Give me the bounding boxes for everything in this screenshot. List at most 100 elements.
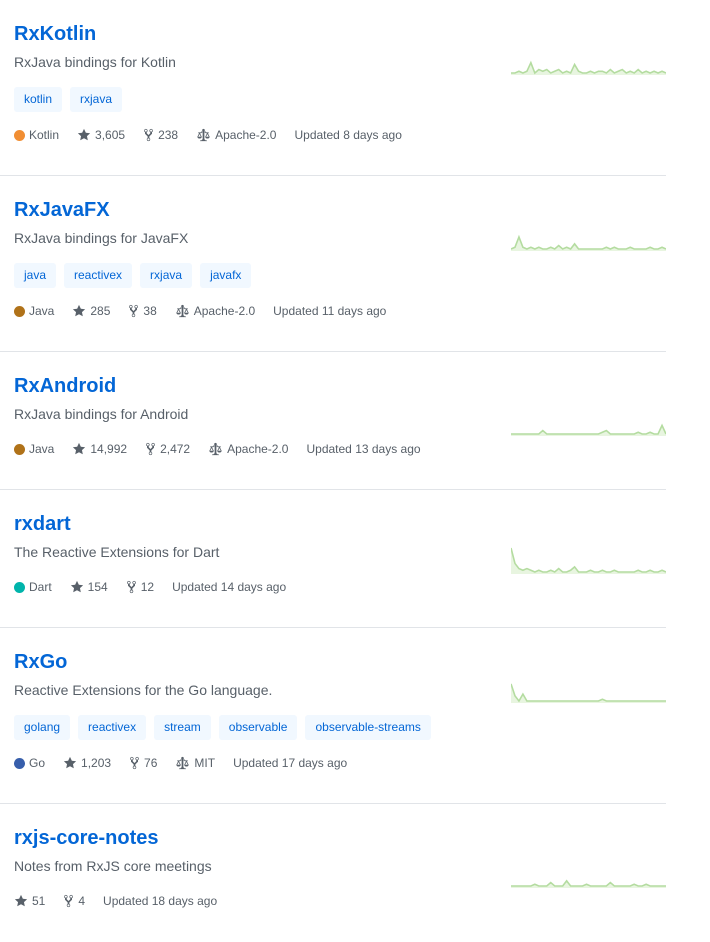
activity-sparkline	[511, 683, 666, 703]
license-label: MIT	[194, 756, 216, 770]
forks-link[interactable]: 4	[63, 894, 85, 908]
repo-name-link[interactable]: RxGo	[14, 650, 67, 674]
stars-link[interactable]: 14,992	[72, 442, 127, 456]
law-icon	[196, 128, 215, 142]
star-count: 14,992	[90, 442, 128, 456]
law-icon	[208, 442, 227, 456]
stars-link[interactable]: 1,203	[63, 756, 111, 770]
activity-sparkline	[511, 234, 666, 251]
updated-time: Updated 13 days ago	[306, 442, 421, 456]
topic-tag[interactable]: observable	[218, 715, 298, 740]
forks-link[interactable]: 2,472	[145, 442, 190, 456]
repo-description: The Reactive Extensions for Dart	[14, 544, 220, 560]
language-label: Java	[29, 442, 55, 456]
topic-list: java reactivex rxjava javafx	[14, 263, 252, 288]
repo-item: RxGo Reactive Extensions for the Go lang…	[0, 628, 666, 804]
topic-tag[interactable]: golang	[14, 715, 71, 740]
sparkline-line	[511, 547, 666, 573]
law-icon	[175, 756, 194, 770]
law-icon	[175, 304, 194, 318]
repo-name-link[interactable]: RxKotlin	[14, 22, 96, 46]
repo-name-link[interactable]: rxdart	[14, 512, 71, 536]
forks-link[interactable]: 12	[126, 580, 154, 594]
star-icon	[72, 442, 90, 456]
topic-tag[interactable]: stream	[154, 715, 211, 740]
repo-meta: Go 1,203 76 MIT Updated 17 days ago	[14, 754, 365, 772]
license-label: Apache-2.0	[227, 442, 289, 456]
star-count: 1,203	[81, 756, 112, 770]
license-label: Apache-2.0	[193, 304, 256, 318]
topic-tag[interactable]: observable-streams	[305, 715, 431, 740]
fork-icon	[128, 304, 143, 318]
forks-link[interactable]: 38	[128, 304, 157, 318]
topic-tag[interactable]: kotlin	[14, 87, 63, 112]
repo-meta: Java 14,992 2,472 Apache-2.0 Updated 13 …	[14, 440, 439, 458]
topic-tag[interactable]: reactivex	[64, 263, 133, 288]
star-icon	[70, 580, 88, 594]
repo-name-link[interactable]: RxJavaFX	[14, 198, 110, 222]
language-label: Go	[29, 756, 46, 770]
repo-meta: Java 285 38 Apache-2.0 Updated 11 days a…	[14, 302, 404, 320]
fork-icon	[129, 756, 144, 770]
updated-time: Updated 11 days ago	[273, 304, 387, 318]
activity-sparkline	[511, 423, 666, 436]
stars-link[interactable]: 3,605	[77, 128, 125, 142]
stars-link[interactable]: 285	[72, 304, 110, 318]
fork-count: 238	[158, 128, 179, 142]
star-icon	[72, 304, 90, 318]
repo-description: RxJava bindings for JavaFX	[14, 230, 189, 246]
fork-count: 12	[140, 580, 155, 594]
repo-item: rxjs-core-notes Notes from RxJS core mee…	[0, 804, 666, 942]
updated-time: Updated 18 days ago	[103, 894, 218, 908]
repo-meta: Dart 154 12 Updated 14 days ago	[14, 578, 304, 596]
repo-license: Apache-2.0	[208, 442, 288, 456]
activity-sparkline	[511, 60, 666, 75]
fork-icon	[143, 128, 158, 142]
sparkline-area	[511, 683, 666, 703]
topic-list: golang reactivex stream observable observabl…	[14, 715, 431, 740]
star-icon	[77, 128, 95, 142]
topic-tag[interactable]: reactivex	[78, 715, 147, 740]
language-color-dot	[14, 129, 25, 141]
fork-count: 38	[143, 304, 157, 318]
repo-language: Kotlin	[14, 128, 59, 142]
language-label: Dart	[29, 580, 52, 594]
fork-icon	[126, 580, 141, 594]
stars-link[interactable]: 154	[70, 580, 108, 594]
fork-count: 76	[144, 756, 158, 770]
fork-count: 2,472	[160, 442, 191, 456]
activity-sparkline	[511, 879, 666, 888]
repo-item: RxJavaFX RxJava bindings for JavaFX java…	[0, 176, 666, 352]
fork-icon	[145, 442, 160, 456]
repository-list: RxKotlin RxJava bindings for Kotlin kotl…	[0, 0, 710, 942]
language-label: Java	[29, 304, 55, 318]
star-count: 3,605	[95, 128, 126, 142]
updated-time: Updated 14 days ago	[172, 580, 287, 594]
language-color-dot	[14, 443, 25, 455]
repo-language: Dart	[14, 580, 52, 594]
repo-name-link[interactable]: RxAndroid	[14, 374, 116, 398]
fork-count: 4	[78, 894, 86, 908]
language-color-dot	[14, 305, 25, 317]
repo-language: Java	[14, 304, 54, 318]
activity-sparkline	[511, 547, 666, 574]
topic-tag[interactable]: java	[14, 263, 57, 288]
star-count: 154	[87, 580, 108, 594]
sparkline-line	[511, 423, 666, 435]
license-label: Apache-2.0	[215, 128, 277, 142]
topic-tag[interactable]: rxjava	[70, 87, 123, 112]
forks-link[interactable]: 238	[143, 128, 178, 142]
sparkline-line	[511, 234, 666, 250]
repo-meta: 51 4 Updated 18 days ago	[14, 892, 235, 910]
stars-link[interactable]: 51	[14, 894, 45, 908]
topic-tag[interactable]: rxjava	[140, 263, 193, 288]
star-icon	[63, 756, 81, 770]
sparkline-line	[511, 879, 666, 887]
topic-tag[interactable]: javafx	[200, 263, 252, 288]
updated-time: Updated 8 days ago	[294, 128, 402, 142]
forks-link[interactable]: 76	[129, 756, 157, 770]
repo-description: RxJava bindings for Kotlin	[14, 54, 176, 70]
repo-license: MIT	[175, 756, 215, 770]
repo-name-link[interactable]: rxjs-core-notes	[14, 826, 159, 850]
sparkline-area	[511, 548, 666, 574]
